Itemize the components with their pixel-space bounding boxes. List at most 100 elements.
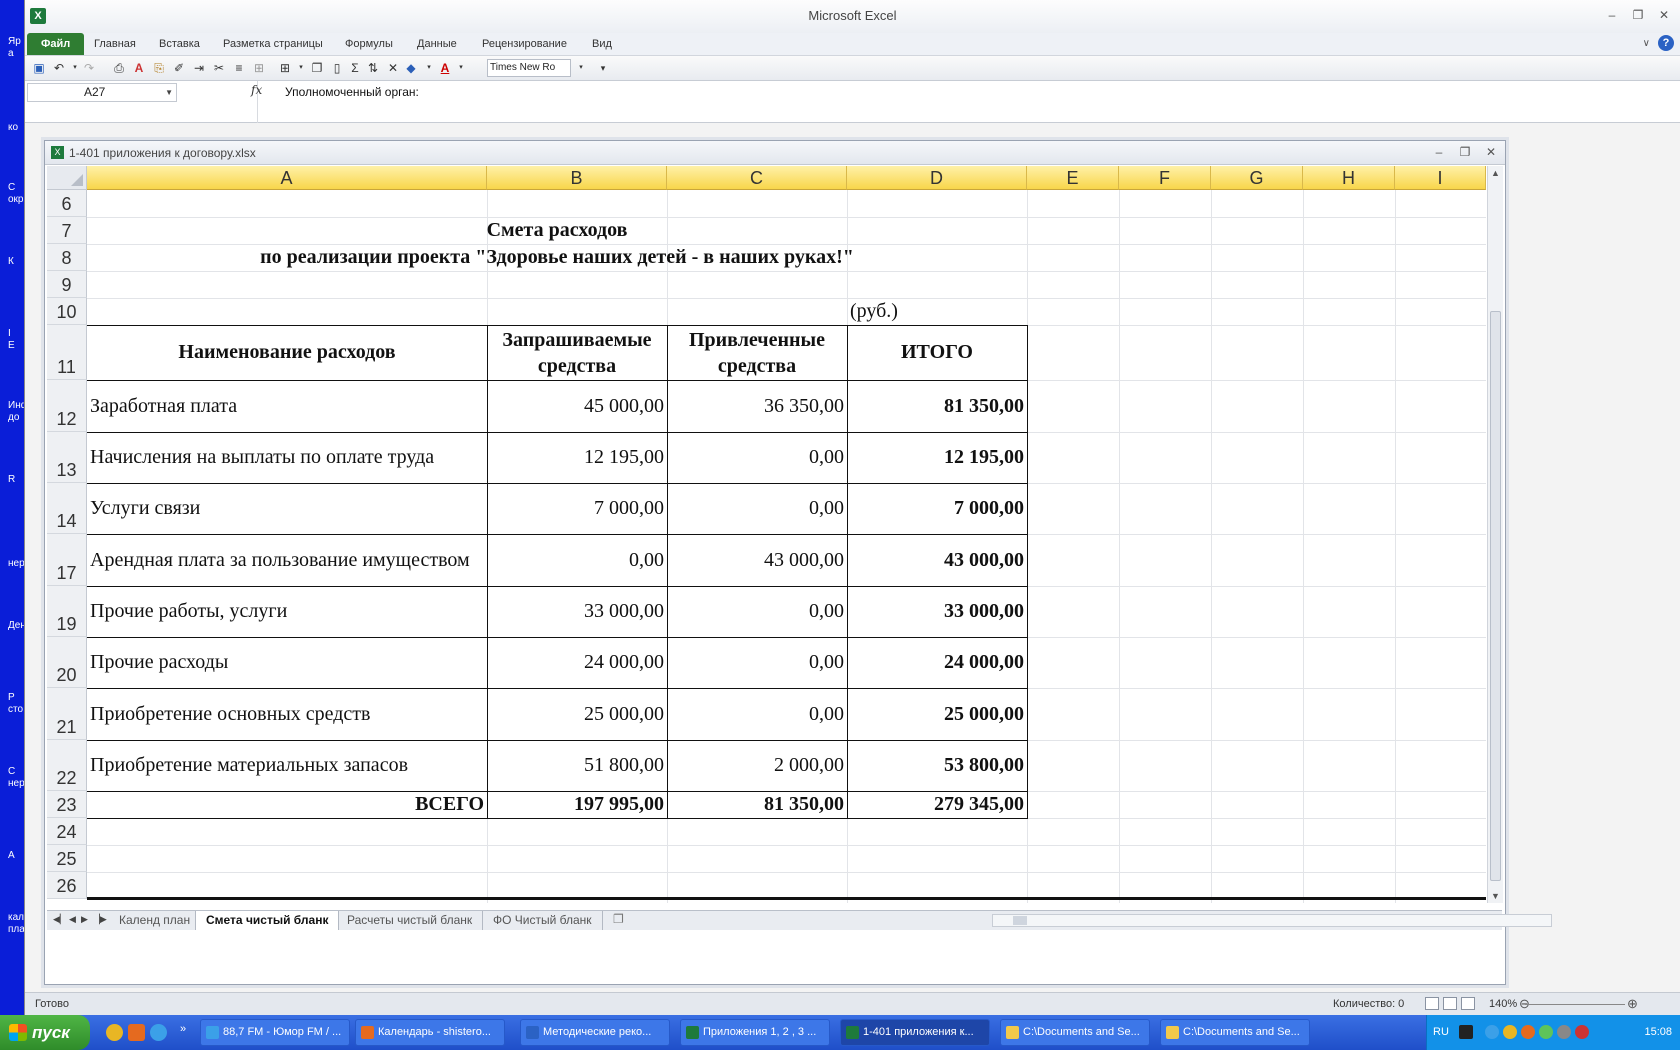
expense-name[interactable]: Приобретение основных средств — [87, 688, 487, 740]
undo-icon[interactable]: ↶ — [51, 60, 67, 76]
tab-home[interactable]: Главная — [86, 33, 144, 55]
row-header[interactable]: 12 — [47, 380, 87, 432]
fill-color-icon[interactable]: ◆ — [403, 60, 419, 76]
worksheet-grid[interactable]: A B C D E F G H I 6 7 8 9 10 11 12 13 14… — [47, 166, 1486, 903]
header-name[interactable]: Наименование расходов — [87, 325, 487, 380]
total-value[interactable]: 81 350,00 — [847, 380, 1027, 432]
expense-name[interactable]: Заработная плата — [87, 380, 487, 432]
total-value[interactable]: 43 000,00 — [847, 534, 1027, 586]
column-header-h[interactable]: H — [1303, 166, 1395, 190]
customize-toolbar-icon[interactable]: ▾ — [595, 60, 611, 76]
total-value[interactable]: 24 000,00 — [847, 637, 1027, 688]
column-header-g[interactable]: G — [1211, 166, 1303, 190]
settings-tray-icon[interactable] — [1557, 1025, 1571, 1039]
font-dropdown-icon[interactable]: ▾ — [573, 60, 589, 76]
language-indicator[interactable]: RU — [1433, 1026, 1449, 1038]
unit-label[interactable]: (руб.) — [847, 298, 1027, 325]
taskbar-item[interactable]: C:\Documents and Se... — [1000, 1019, 1150, 1046]
scroll-down-icon[interactable]: ▼ — [1491, 891, 1500, 901]
zoom-in-icon[interactable]: ⊕ — [1627, 996, 1638, 1012]
total-value[interactable]: 53 800,00 — [847, 740, 1027, 791]
vertical-scroll-thumb[interactable] — [1490, 311, 1501, 881]
borders-icon[interactable]: ⊞ — [277, 60, 293, 76]
normal-view-icon[interactable] — [1425, 997, 1439, 1010]
save-icon[interactable]: ▣ — [31, 60, 47, 76]
merge-icon[interactable]: ⊞ — [251, 60, 267, 76]
zoom-level[interactable]: 140% — [1489, 998, 1517, 1010]
row-header[interactable]: 11 — [47, 325, 87, 380]
column-header-c[interactable]: C — [667, 166, 847, 190]
name-box-dropdown-icon[interactable]: ▼ — [165, 84, 173, 101]
font-color-dropdown-icon[interactable]: ▾ — [453, 60, 469, 76]
tab-review[interactable]: Рецензирование — [474, 33, 575, 55]
column-header-f[interactable]: F — [1119, 166, 1211, 190]
row-header[interactable]: 14 — [47, 483, 87, 534]
row-header[interactable]: 25 — [47, 845, 87, 872]
expense-name[interactable]: Прочие расходы — [87, 637, 487, 688]
horizontal-scroll-thumb[interactable] — [1013, 916, 1027, 925]
row-header[interactable]: 23 — [47, 791, 87, 818]
attracted-value[interactable]: 0,00 — [667, 432, 847, 483]
taskbar-item[interactable]: Календарь - shistero... — [355, 1019, 505, 1046]
row-header[interactable]: 13 — [47, 432, 87, 483]
formula-input[interactable]: Уполномоченный орган: — [285, 85, 419, 99]
attracted-value[interactable]: 0,00 — [667, 586, 847, 637]
taskbar-item[interactable]: Приложения 1, 2 , 3 ... — [680, 1019, 830, 1046]
new-doc-icon[interactable]: ▯ — [329, 60, 345, 76]
column-header-d[interactable]: D — [847, 166, 1027, 190]
requested-value[interactable]: 12 195,00 — [487, 432, 667, 483]
workbook-close-icon[interactable]: ✕ — [1485, 145, 1497, 159]
attracted-value[interactable]: 2 000,00 — [667, 740, 847, 791]
taskbar-item-active[interactable]: 1-401 приложения к... — [840, 1019, 990, 1046]
attracted-value[interactable]: 43 000,00 — [667, 534, 847, 586]
column-header-b[interactable]: B — [487, 166, 667, 190]
help-icon[interactable]: ? — [1658, 35, 1674, 51]
minimize-icon[interactable]: – — [1606, 8, 1618, 22]
copy-icon[interactable]: ❐ — [309, 60, 325, 76]
clock[interactable]: 15:08 — [1644, 1026, 1672, 1038]
expense-name[interactable]: Услуги связи — [87, 483, 487, 534]
next-sheet-icon[interactable]: ▶ — [81, 914, 88, 925]
restore-icon[interactable]: ❐ — [1632, 8, 1644, 22]
prev-sheet-icon[interactable]: ◀ — [69, 914, 76, 925]
requested-value[interactable]: 33 000,00 — [487, 586, 667, 637]
attracted-value[interactable]: 36 350,00 — [667, 380, 847, 432]
vertical-scrollbar[interactable]: ▲ ▼ — [1487, 166, 1503, 903]
header-requested[interactable]: Запрашиваемые средства — [487, 325, 667, 380]
sheet-tab-calendar-plan[interactable]: Календ план — [109, 911, 202, 930]
total-value[interactable]: 7 000,00 — [847, 483, 1027, 534]
page-break-view-icon[interactable] — [1461, 997, 1475, 1010]
chrome-icon[interactable] — [106, 1024, 123, 1041]
row-header[interactable]: 6 — [47, 190, 87, 217]
help-tray-icon[interactable] — [1459, 1025, 1473, 1039]
app-tray-icon[interactable] — [1521, 1025, 1535, 1039]
start-button[interactable]: пуск — [0, 1015, 90, 1050]
row-header[interactable]: 17 — [47, 534, 87, 586]
taskbar-item[interactable]: Методические реко... — [520, 1019, 670, 1046]
horizontal-scrollbar[interactable] — [992, 914, 1552, 927]
spelling-icon[interactable]: A — [131, 60, 147, 76]
attracted-value[interactable]: 0,00 — [667, 688, 847, 740]
totals-total[interactable]: 279 345,00 — [847, 791, 1027, 818]
indent-icon[interactable]: ⇥ — [191, 60, 207, 76]
workbook-minimize-icon[interactable]: – — [1433, 145, 1445, 159]
borders-dropdown-icon[interactable]: ▾ — [293, 60, 309, 76]
tab-file[interactable]: Файл — [27, 33, 85, 55]
attracted-value[interactable]: 0,00 — [667, 483, 847, 534]
column-header-i[interactable]: I — [1395, 166, 1486, 190]
security-tray-icon[interactable] — [1575, 1025, 1589, 1039]
row-header[interactable]: 8 — [47, 244, 87, 271]
totals-label[interactable]: ВСЕГО — [87, 791, 487, 818]
sheet-tab-fo-blank[interactable]: ФО Чистый бланк — [483, 911, 603, 930]
requested-value[interactable]: 7 000,00 — [487, 483, 667, 534]
select-all-corner[interactable] — [47, 166, 87, 190]
name-box[interactable]: A27 ▼ — [27, 83, 177, 102]
taskbar-item[interactable]: 88,7 FM - Юмор FM / ... — [200, 1019, 350, 1046]
zoom-slider[interactable] — [1525, 1004, 1625, 1005]
header-total[interactable]: ИТОГО — [847, 325, 1027, 380]
totals-requested[interactable]: 197 995,00 — [487, 791, 667, 818]
tab-view[interactable]: Вид — [584, 33, 620, 55]
total-value[interactable]: 25 000,00 — [847, 688, 1027, 740]
insert-function-icon[interactable]: fx — [251, 83, 262, 97]
row-header[interactable]: 9 — [47, 271, 87, 298]
